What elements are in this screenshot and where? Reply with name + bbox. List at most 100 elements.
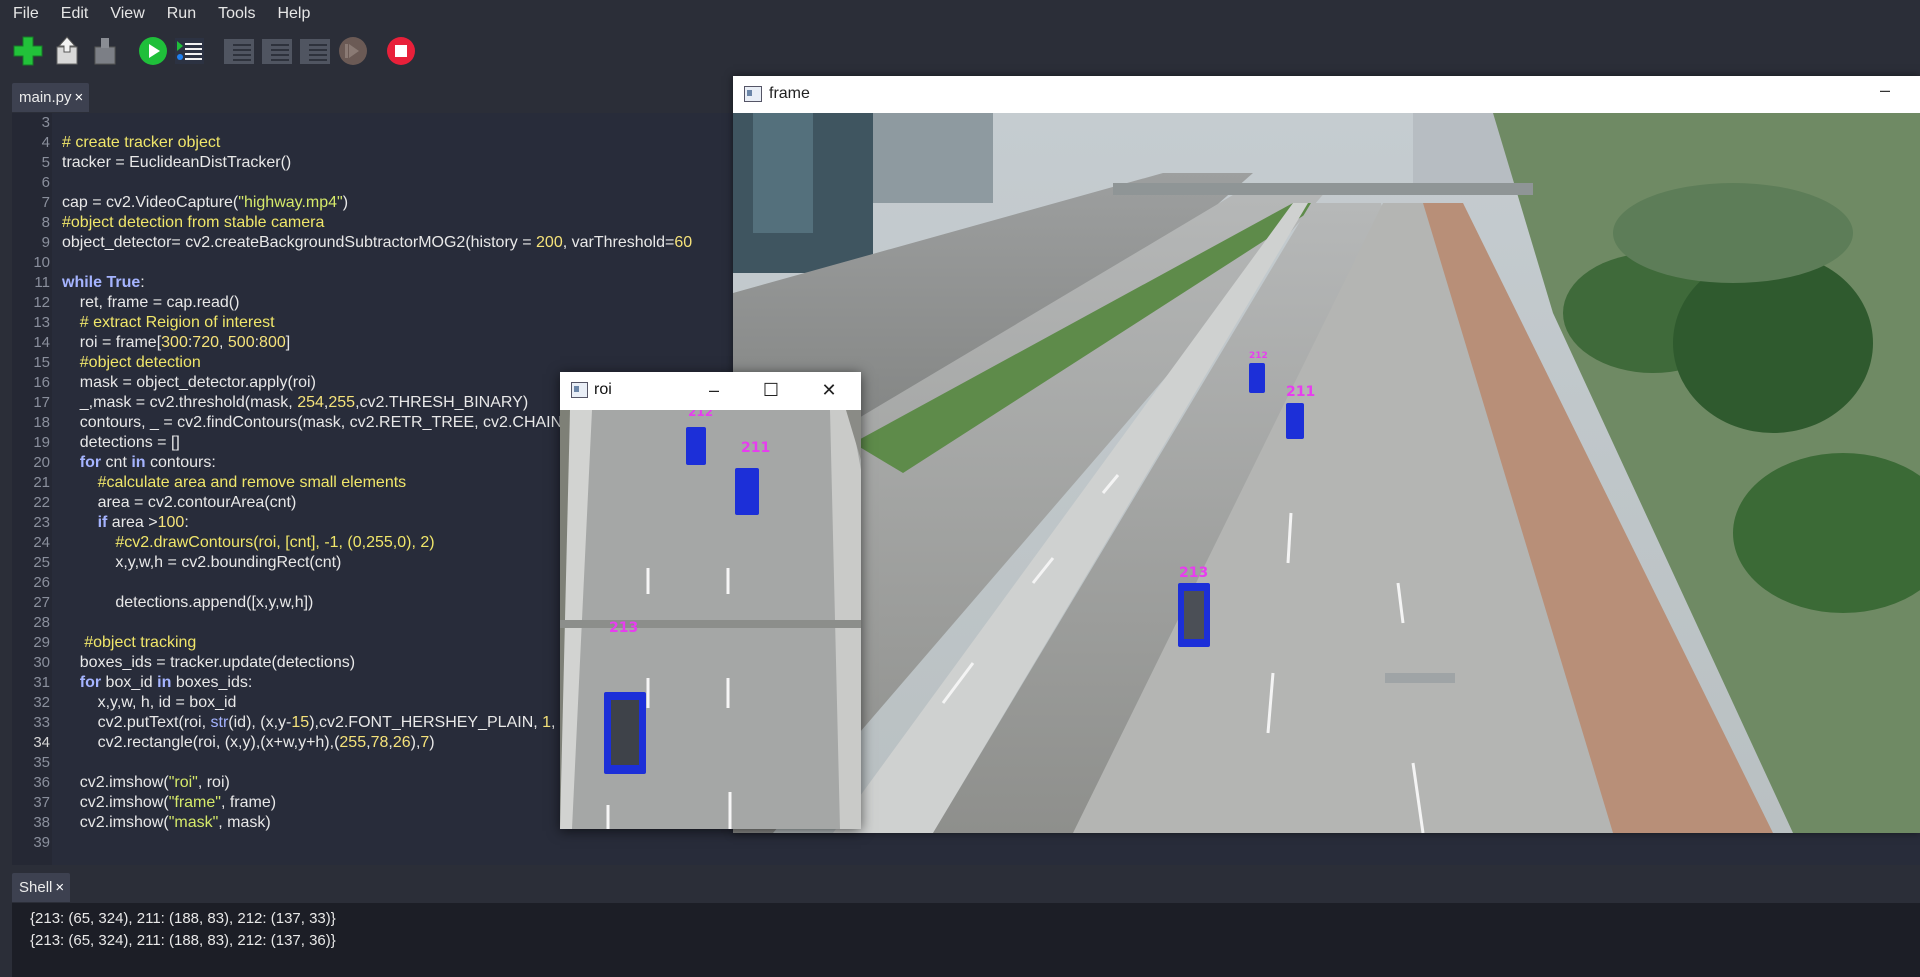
line-number: 33 bbox=[33, 714, 50, 731]
line-number: 10 bbox=[33, 254, 50, 271]
frame-image: 211 213 212 bbox=[733, 113, 1920, 833]
code-text: for cnt in contours: bbox=[79, 454, 216, 471]
window-title: roi bbox=[594, 381, 612, 398]
code-text: tracker = EuclideanDistTracker() bbox=[62, 154, 292, 171]
tab-shell[interactable]: Shell × bbox=[12, 873, 71, 902]
save-file-icon bbox=[94, 38, 116, 65]
roi-window[interactable]: roi – ☐ ✕ 211 213 212 bbox=[560, 372, 861, 829]
frame-window[interactable]: frame – 211 213 212 bbox=[733, 76, 1920, 833]
window-icon bbox=[744, 86, 762, 102]
line-number: 24 bbox=[33, 534, 50, 551]
line-number: 19 bbox=[33, 434, 50, 451]
line-number: 21 bbox=[33, 474, 50, 491]
new-file-button[interactable] bbox=[11, 34, 45, 68]
track-id-label: 212 bbox=[1249, 351, 1268, 361]
line-number: 39 bbox=[33, 834, 50, 851]
maximize-icon[interactable]: ☐ bbox=[760, 379, 782, 401]
shell-panel[interactable]: ​ {213: (65, 324), 211: (188, 83), 212: … bbox=[12, 903, 1920, 977]
line-number: 20 bbox=[33, 454, 50, 471]
line-number: 14 bbox=[33, 334, 50, 351]
line-number: 30 bbox=[33, 654, 50, 671]
line-number: 29 bbox=[33, 634, 50, 651]
menu-bar: File Edit View Run Tools Help bbox=[0, 0, 1920, 28]
save-file-button[interactable] bbox=[88, 34, 122, 68]
code-text: object_detector= cv2.createBackgroundSub… bbox=[62, 234, 693, 251]
code-text: while True: bbox=[62, 274, 145, 291]
code-text: #object detection bbox=[79, 354, 201, 371]
shell-line: {213: (65, 324), 211: (188, 83), 212: (1… bbox=[30, 910, 336, 927]
frame-title-bar[interactable]: frame – bbox=[733, 76, 1920, 113]
close-icon[interactable]: ✕ bbox=[818, 379, 840, 401]
line-number: 9 bbox=[41, 234, 50, 251]
step-over-button[interactable] bbox=[222, 34, 256, 68]
line-number: 28 bbox=[33, 614, 50, 631]
code-text: mask = object_detector.apply(roi) bbox=[62, 374, 316, 391]
new-file-icon bbox=[13, 36, 43, 66]
line-number: 36 bbox=[33, 774, 50, 791]
code-text: #cv2.drawContours(roi, [cnt], -1, (0,255… bbox=[115, 534, 435, 551]
run-button[interactable] bbox=[136, 34, 170, 68]
minimize-icon[interactable]: – bbox=[1880, 80, 1890, 101]
line-number: 11 bbox=[34, 274, 50, 291]
code-text: if area >100: bbox=[97, 514, 189, 531]
track-id-label: 213 bbox=[1179, 565, 1208, 581]
line-number: 23 bbox=[33, 514, 50, 531]
track-id-label: 213 bbox=[609, 620, 638, 636]
code-text: #calculate area and remove small element… bbox=[97, 474, 407, 491]
line-number: 5 bbox=[41, 154, 50, 171]
close-tab-icon[interactable]: × bbox=[55, 879, 64, 896]
window-icon bbox=[571, 382, 588, 398]
code-text: x,y,w, h, id = box_id bbox=[62, 694, 237, 711]
roi-video-frame: 211 213 212 bbox=[560, 410, 861, 829]
line-number: 8 bbox=[41, 214, 50, 231]
step-over-icon bbox=[224, 39, 254, 64]
step-into-button[interactable] bbox=[260, 34, 294, 68]
line-number: 13 bbox=[33, 314, 50, 331]
tab-label: main.py bbox=[19, 89, 72, 106]
code-text: cv2.imshow("mask", mask) bbox=[62, 814, 271, 831]
toolbar bbox=[0, 28, 1920, 74]
minimize-icon[interactable]: – bbox=[703, 379, 725, 401]
line-number: 12 bbox=[33, 294, 50, 311]
line-number: 16 bbox=[33, 374, 50, 391]
menu-tools[interactable]: Tools bbox=[205, 5, 264, 23]
shell-line: {213: (65, 324), 211: (188, 83), 212: (1… bbox=[30, 932, 336, 949]
stop-icon bbox=[387, 37, 415, 65]
window-title: frame bbox=[769, 85, 810, 102]
menu-edit[interactable]: Edit bbox=[48, 5, 98, 23]
tab-main-py[interactable]: main.py × bbox=[12, 83, 90, 112]
menu-view[interactable]: View bbox=[97, 5, 153, 23]
line-number: 31 bbox=[33, 674, 50, 691]
roi-title-bar[interactable]: roi – ☐ ✕ bbox=[560, 372, 861, 409]
line-number: 34 bbox=[33, 734, 50, 751]
code-text: roi = frame[300:720, 500:800] bbox=[62, 334, 291, 351]
debug-button[interactable] bbox=[173, 34, 207, 68]
load-file-button[interactable] bbox=[50, 34, 84, 68]
code-text: # extract Reigion of interest bbox=[79, 314, 275, 331]
line-number: 38 bbox=[33, 814, 50, 831]
track-id-label: 211 bbox=[741, 440, 770, 456]
roi-image: 211 213 212 bbox=[560, 410, 861, 829]
code-text: cv2.putText(roi, str(id), (x,y-15),cv2.F… bbox=[62, 714, 556, 731]
line-number: 18 bbox=[33, 414, 50, 431]
menu-run[interactable]: Run bbox=[154, 5, 205, 23]
menu-file[interactable]: File bbox=[0, 5, 48, 23]
load-file-icon bbox=[56, 36, 78, 65]
menu-help[interactable]: Help bbox=[264, 5, 319, 23]
code-text: _,mask = cv2.threshold(mask, 254,255,cv2… bbox=[62, 394, 529, 411]
step-out-button[interactable] bbox=[298, 34, 332, 68]
code-text: boxes_ids = tracker.update(detections) bbox=[62, 654, 356, 671]
code-line[interactable]: 39 bbox=[12, 833, 1920, 853]
close-tab-icon[interactable]: × bbox=[75, 89, 84, 106]
line-number: 7 bbox=[41, 194, 50, 211]
track-id-label: 212 bbox=[688, 410, 713, 419]
code-text: area = cv2.contourArea(cnt) bbox=[62, 494, 297, 511]
resume-button[interactable] bbox=[336, 34, 370, 68]
stop-button[interactable] bbox=[384, 34, 418, 68]
resume-icon bbox=[339, 37, 367, 65]
step-out-icon bbox=[300, 39, 330, 64]
code-text: #object tracking bbox=[84, 634, 197, 651]
code-text: # create tracker object bbox=[62, 134, 221, 151]
code-text: cv2.imshow("roi", roi) bbox=[62, 774, 230, 791]
line-number: 26 bbox=[33, 574, 50, 591]
